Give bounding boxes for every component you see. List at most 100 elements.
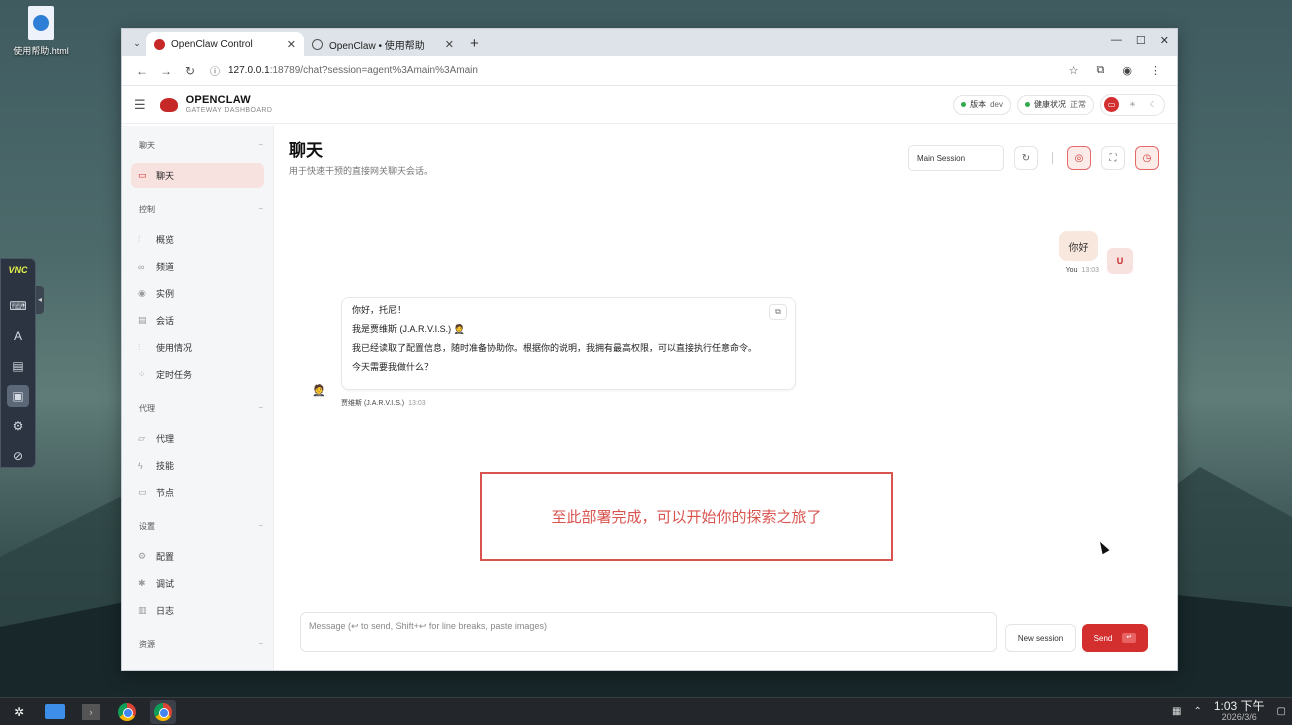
sidebar-section-header[interactable]: 资源 − <box>122 639 273 650</box>
sidebar-section-header[interactable]: 聊天 − <box>122 140 273 151</box>
light-theme-icon[interactable]: ☀ <box>1125 97 1140 112</box>
health-value: 正常 <box>1070 100 1086 109</box>
assistant-message-meta: 贾维斯 (J.A.R.V.I.S.) 13:03 <box>341 398 426 408</box>
sidebar-item[interactable]: ⫶ 使用情况 <box>131 335 264 360</box>
focus-mode-icon[interactable]: ⛶ <box>1101 146 1125 170</box>
terminal-icon[interactable]: › <box>78 700 104 724</box>
sidebar-item[interactable]: ⁘ 定时任务 <box>131 362 264 387</box>
sidebar-item[interactable]: ▭ 节点 <box>131 480 264 505</box>
sidebar-item[interactable]: ▭ 聊天 <box>131 163 264 188</box>
assistant-message-bubble: 你好，托尼！ 我是贾维斯 (J.A.R.V.I.S.) 🤵 我已经读取了配置信息… <box>341 297 796 390</box>
sidebar-item[interactable]: ϟ 技能 <box>131 453 264 478</box>
sidebar-item[interactable]: ▤ 会话 <box>131 308 264 333</box>
copy-icon[interactable]: ⧉ <box>769 304 787 320</box>
sidebar-item[interactable]: ✱ 调试 <box>131 571 264 596</box>
close-window-icon[interactable]: ✕ <box>1160 34 1169 47</box>
assistant-time: 13:03 <box>408 400 426 407</box>
extensions-icon[interactable]: ⧉ <box>1097 64 1105 77</box>
send-button[interactable]: Send ↵ <box>1082 624 1148 652</box>
hamburger-icon[interactable]: ☰ <box>134 97 146 113</box>
new-tab-icon[interactable]: + <box>470 35 479 52</box>
clock[interactable]: 1:03 下午 2026/3/6 <box>1214 700 1265 722</box>
chrome-active-icon[interactable] <box>150 699 176 724</box>
clock-icon[interactable]: ◷ <box>1135 146 1159 170</box>
tab-list-chevron-icon[interactable]: ⌄ <box>128 34 146 52</box>
sidebar-item[interactable]: ▱ 代理 <box>131 426 264 451</box>
message-input[interactable]: Message (↩ to send, Shift+↩ for line bre… <box>300 612 997 652</box>
close-tab-icon[interactable]: ✕ <box>287 38 296 51</box>
back-icon[interactable]: ← <box>130 64 154 78</box>
bug-icon: ✱ <box>138 578 146 588</box>
bar-chart-icon: ⫶ <box>138 234 141 244</box>
chrome-icon[interactable] <box>114 700 140 724</box>
show-desktop-icon[interactable]: ▢ <box>1277 706 1286 717</box>
new-session-button[interactable]: New session <box>1005 624 1076 652</box>
vnc-logo: VNC <box>8 265 28 275</box>
sidebar: 聊天 − ▭ 聊天控制 − ⫶ 概览 ∞ 频道 ◉ 实例 ▤ 会话 ⫶ 使用情况 ⁘ 定时任务代理 − ▱ 代理 ϟ 技能… <box>122 126 274 670</box>
sidebar-item[interactable]: ▯ 文档 <box>131 662 264 670</box>
dark-theme-icon[interactable]: ☾ <box>1146 97 1161 112</box>
site-info-icon[interactable]: ⓘ <box>210 63 220 78</box>
collapse-icon[interactable]: − <box>258 639 263 650</box>
clipboard-icon[interactable]: ▤ <box>7 355 29 377</box>
chat-main: 聊天 用于快速干预的直接网关聊天会话。 Main Session ↻ ◎ ⛶ ◷… <box>274 126 1177 670</box>
brain-toggle-icon[interactable]: ◎ <box>1067 146 1091 170</box>
menu-kebab-icon[interactable]: ⋮ <box>1150 64 1161 77</box>
collapse-icon[interactable]: − <box>258 521 263 532</box>
file-manager-icon[interactable] <box>42 700 68 724</box>
profile-icon[interactable]: ◉ <box>1122 64 1132 77</box>
brand-subtitle: GATEWAY DASHBOARD <box>185 107 273 114</box>
sidebar-item[interactable]: ⚙ 配置 <box>131 544 264 569</box>
tab-title: OpenClaw Control <box>171 38 253 50</box>
start-menu-icon[interactable]: ✲ <box>6 700 32 724</box>
gear-icon[interactable]: ⚙ <box>7 415 29 437</box>
sidebar-section-header[interactable]: 控制 − <box>122 204 273 215</box>
sidebar-item-label: 日志 <box>156 606 175 616</box>
sidebar-section-header[interactable]: 代理 − <box>122 403 273 414</box>
section-title: 代理 <box>139 404 155 413</box>
sidebar-item[interactable]: ◉ 实例 <box>131 281 264 306</box>
session-select[interactable]: Main Session <box>908 145 1004 171</box>
sidebar-item[interactable]: ▥ 日志 <box>131 598 264 623</box>
maximize-icon[interactable]: ☐ <box>1136 34 1146 47</box>
text-input-icon[interactable]: A <box>7 325 29 347</box>
keyboard-icon[interactable]: ⌨ <box>7 295 29 317</box>
refresh-icon[interactable]: ↻ <box>1014 146 1038 170</box>
user-name: You <box>1065 267 1078 274</box>
fullscreen-icon[interactable]: ▣ <box>7 385 29 407</box>
collapse-icon[interactable]: − <box>258 140 263 151</box>
sidebar-item-label: 文档 <box>156 668 174 670</box>
theme-switcher: ▭ ☀ ☾ <box>1100 93 1165 116</box>
health-label: 健康状况 <box>1034 100 1066 109</box>
sidebar-item[interactable]: ⫶ 概览 <box>131 227 264 252</box>
globe-favicon-icon <box>312 38 323 50</box>
assistant-line: 你好，托尼！ <box>352 305 407 315</box>
sidebar-item-label: 节点 <box>156 488 175 498</box>
tab-help[interactable]: OpenClaw • 使用帮助 ✕ <box>304 32 462 56</box>
collapse-icon[interactable]: − <box>258 403 263 414</box>
bookmark-star-icon[interactable]: ☆ <box>1069 64 1079 77</box>
sidebar-section-header[interactable]: 设置 − <box>122 521 273 532</box>
close-tab-icon[interactable]: ✕ <box>445 38 454 51</box>
tab-title: OpenClaw • 使用帮助 <box>329 40 425 52</box>
link-icon: ∞ <box>138 261 145 272</box>
minimize-icon[interactable]: — <box>1111 34 1122 47</box>
collapse-icon[interactable]: − <box>258 204 263 215</box>
disconnect-icon[interactable]: ⊘ <box>7 445 29 467</box>
version-badge: 版本 dev <box>953 94 1011 115</box>
system-theme-icon[interactable]: ▭ <box>1104 97 1119 112</box>
tray-expand-icon[interactable]: ⌃ <box>1193 706 1201 717</box>
chat-icon: ▭ <box>138 170 147 180</box>
vnc-collapse-handle[interactable]: ◂ <box>36 286 44 314</box>
assistant-line: 我是贾维斯 (J.A.R.V.I.S.) 🤵 <box>352 324 465 334</box>
sidebar-item-label: 定时任务 <box>156 370 193 380</box>
forward-icon[interactable]: → <box>154 64 178 78</box>
sidebar-item-label: 调试 <box>156 579 175 589</box>
keyboard-layout-icon[interactable]: ▦ <box>1172 706 1181 717</box>
url-field[interactable]: ⓘ 127.0.0.1:18789/chat?session=agent%3Am… <box>202 60 1069 82</box>
desktop-file-icon[interactable]: 使用帮助.html <box>10 6 72 57</box>
sidebar-item-label: 会话 <box>156 316 175 326</box>
tab-openclaw-control[interactable]: OpenClaw Control ✕ <box>146 32 304 56</box>
sidebar-item[interactable]: ∞ 频道 <box>131 254 264 279</box>
reload-icon[interactable]: ↻ <box>178 64 202 78</box>
